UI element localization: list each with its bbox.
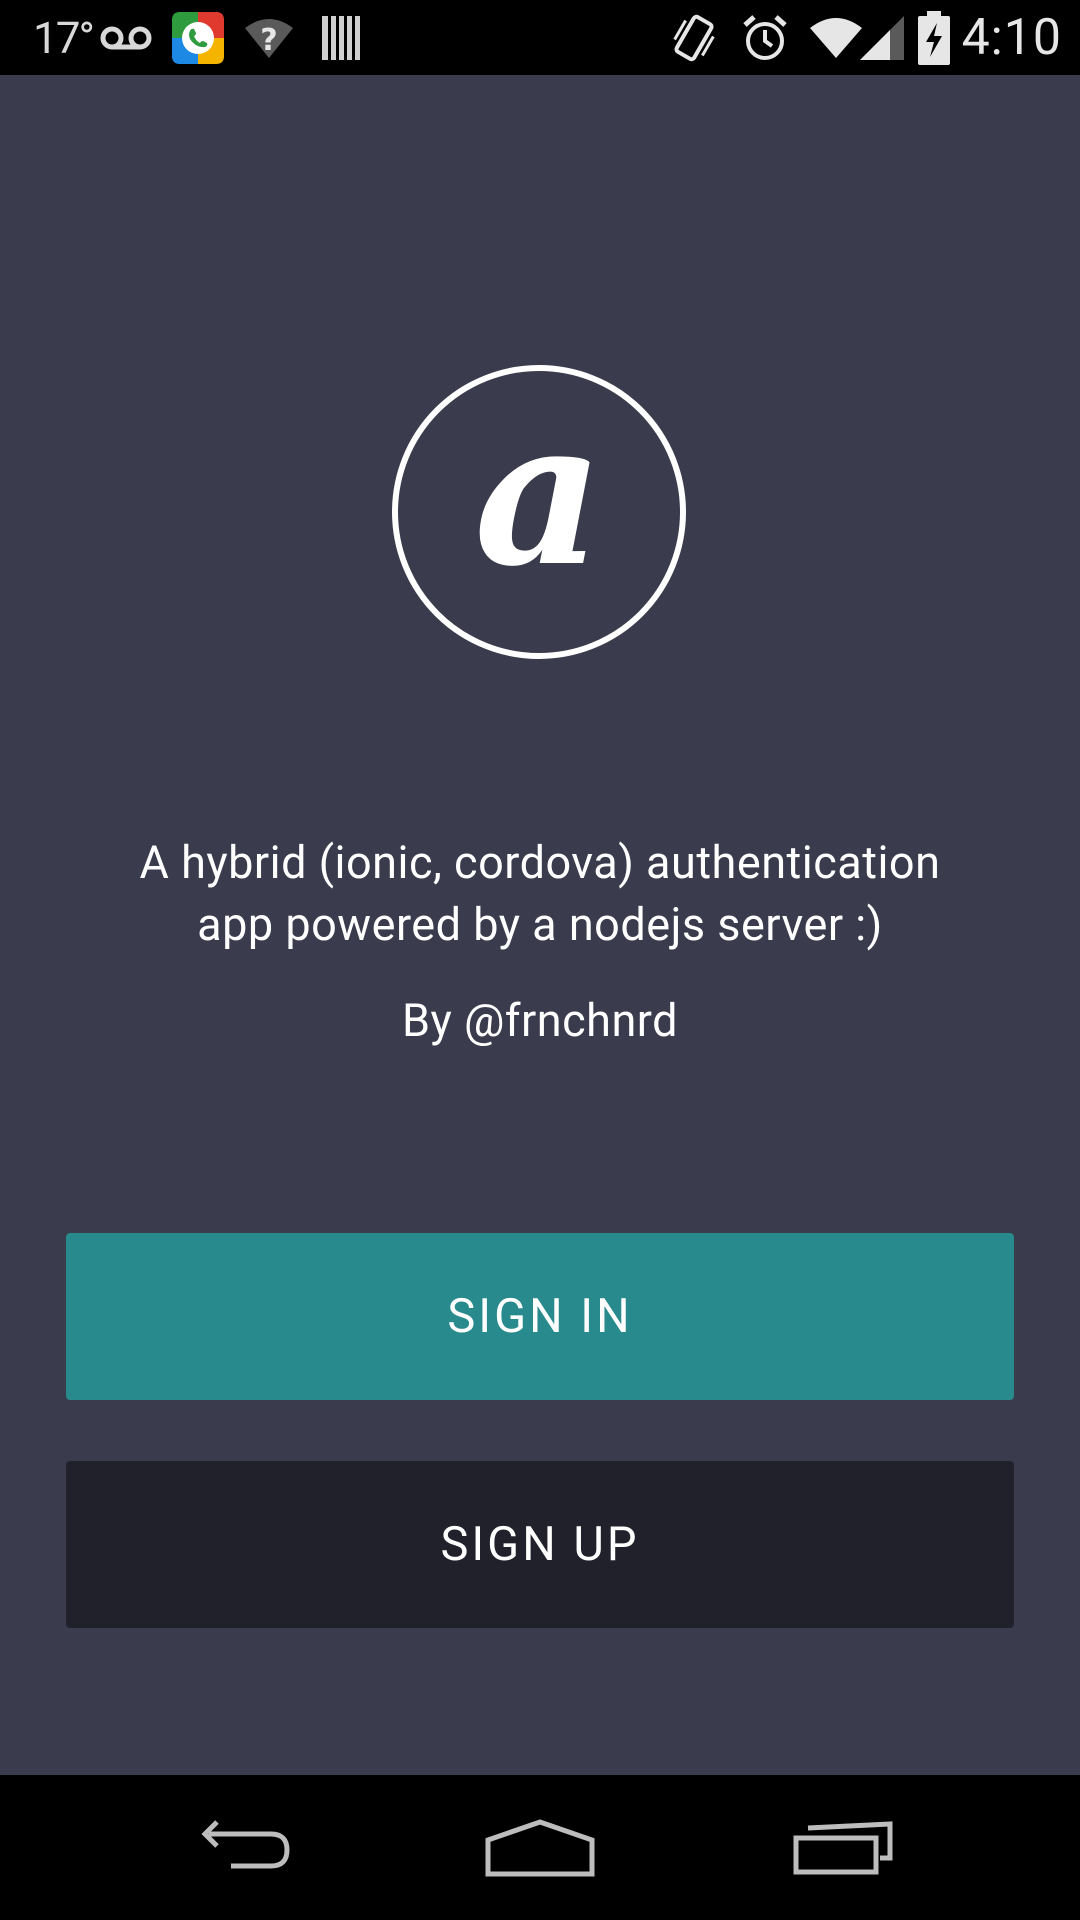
screen: 17° ? 4:10 a A hybrid (ionic, cordova) a… bbox=[0, 0, 1080, 1920]
clock: 4:10 bbox=[961, 8, 1062, 67]
wifi-icon bbox=[808, 0, 864, 75]
app-description: A hybrid (ionic, cordova) authentication… bbox=[60, 832, 1020, 956]
back-button[interactable] bbox=[139, 1775, 339, 1920]
sign-up-button[interactable]: SIGN UP bbox=[66, 1461, 1014, 1628]
svg-text:?: ? bbox=[260, 23, 277, 58]
home-button[interactable] bbox=[440, 1775, 640, 1920]
hangouts-dialer-icon bbox=[172, 0, 224, 75]
welcome-content: a A hybrid (ionic, cordova) authenticati… bbox=[0, 75, 1080, 1775]
description-line-1: A hybrid (ionic, cordova) authentication bbox=[139, 836, 941, 889]
voicemail-icon bbox=[100, 0, 152, 75]
at-sign-icon: a bbox=[392, 365, 686, 659]
svg-text:a: a bbox=[474, 376, 604, 611]
recent-apps-button[interactable] bbox=[744, 1775, 944, 1920]
recent-apps-icon bbox=[793, 1820, 893, 1874]
sign-in-button[interactable]: SIGN IN bbox=[66, 1233, 1014, 1400]
barcode-icon bbox=[322, 0, 360, 75]
temperature-indicator: 17° bbox=[33, 11, 95, 64]
alarm-icon bbox=[740, 0, 790, 75]
navigation-bar bbox=[0, 1775, 1080, 1920]
description-line-2: app powered by a nodejs server :) bbox=[197, 898, 883, 951]
back-icon bbox=[201, 1819, 290, 1868]
vibrate-icon bbox=[670, 0, 718, 75]
home-icon bbox=[485, 1818, 595, 1876]
author-byline: By @frnchnrd bbox=[401, 994, 679, 1047]
cell-signal-icon bbox=[860, 0, 904, 75]
wifi-unknown-icon: ? bbox=[243, 0, 295, 75]
status-bar: 17° ? 4:10 bbox=[0, 0, 1080, 75]
battery-charging-icon bbox=[918, 0, 950, 75]
